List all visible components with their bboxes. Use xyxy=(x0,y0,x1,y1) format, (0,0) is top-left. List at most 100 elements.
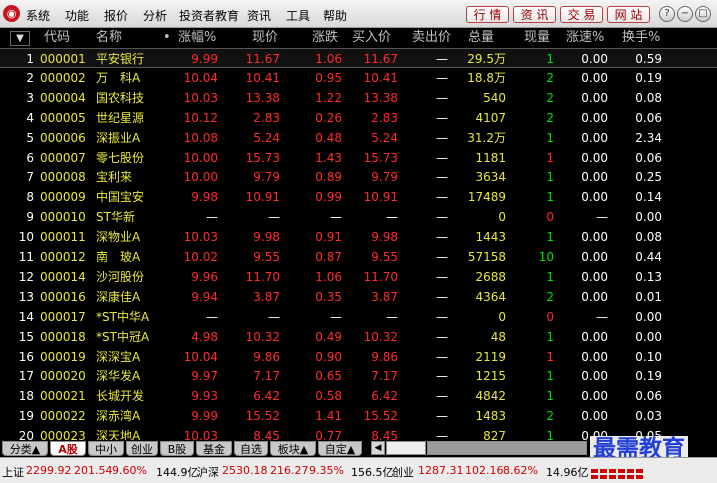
menu-help[interactable]: 帮助 xyxy=(323,7,347,24)
speed-percent: — xyxy=(596,309,608,324)
speed-percent: 0.00 xyxy=(581,150,608,165)
change: — xyxy=(330,309,342,324)
horizontal-scrollbar-thumb[interactable] xyxy=(386,441,426,455)
sh-index-amount: 144.9亿 xyxy=(156,466,199,479)
header-col-ask[interactable]: 卖出价 xyxy=(412,28,451,48)
news-button[interactable]: 资 讯 xyxy=(513,6,556,23)
table-row[interactable]: 18 000021 长城开发 9.93 6.42 0.58 6.42 — 4842 1 0.00 0.… xyxy=(0,386,717,406)
table-row[interactable]: 7 000008 宝利来 10.00 9.79 0.89 9.79—3634 1 0.00 0.2… xyxy=(0,167,717,187)
menu-function[interactable]: 功能 xyxy=(65,7,89,24)
header-col-name[interactable]: 名称 xyxy=(96,28,122,48)
current-volume: 2 xyxy=(546,110,554,125)
hs-index-change: 216.27 xyxy=(270,464,309,477)
tab-3[interactable]: 创业 xyxy=(126,441,158,456)
tab-8[interactable]: 自定▲ xyxy=(318,441,362,456)
maximize-icon[interactable]: □ xyxy=(695,6,711,22)
stock-code: 000005 xyxy=(40,110,86,125)
table-row[interactable]: 8 000009 中国宝安 9.98 10.91 0.99 10.91 — 17489 1 0.00… xyxy=(0,187,717,207)
table-row[interactable]: 12 000014 沙河股份 9.96 11.70 1.06 11.70 — 2688 1 0.00… xyxy=(0,267,717,287)
price: 10.91 xyxy=(245,190,280,205)
signal-bar xyxy=(600,469,607,473)
total-volume: 0 xyxy=(498,309,506,324)
price: 5.24 xyxy=(253,130,280,145)
stock-name: 深赤湾A xyxy=(96,409,141,424)
menu-analysis[interactable]: 分析 xyxy=(143,7,167,24)
table-row[interactable]: 16 000019 深深宝A 10.04 9.86 0.90 9.86 — 2119 1 0.00 0… xyxy=(0,347,717,367)
menu-tools[interactable]: 工具 xyxy=(286,7,310,24)
speed-percent: 0.00 xyxy=(581,170,608,185)
header-col-bid[interactable]: 买入价 xyxy=(352,28,391,48)
table-row[interactable]: 15 000018 *ST中冠A 4.98 10.32 0.49 10.32 — 48 1 0.00… xyxy=(0,327,717,347)
table-row[interactable]: 5 000006 深振业A 10.08 5.24 0.48 5.24 — 31.2万 1 0.00 2… xyxy=(0,128,717,148)
header-col-code[interactable]: 代码 xyxy=(44,28,70,48)
tab-2[interactable]: 中小 xyxy=(88,441,124,456)
header-col-volume[interactable]: 总量 xyxy=(468,28,494,48)
total-volume: 2119 xyxy=(475,349,506,364)
menu-investor-education[interactable]: 投资者教育 xyxy=(179,7,239,24)
current-volume: 1 xyxy=(546,190,554,205)
turnover-percent: 0.00 xyxy=(635,309,662,324)
signal-bar xyxy=(627,475,634,479)
header-col-change[interactable]: 涨跌 xyxy=(312,28,338,48)
table-row[interactable]: 13 000016 深康佳A 9.94 3.87 0.35 3.87 — 4364 2 0.00 0.… xyxy=(0,287,717,307)
header-col-price[interactable]: 现价 xyxy=(252,28,278,48)
cy-index-value: 1287.31 xyxy=(418,464,464,477)
menu-bar: ◉ 系统 功能 报价 分析 投资者教育 资讯 工具 帮助 行 情 资 讯 交 易… xyxy=(0,0,717,28)
tab-1[interactable]: A股 xyxy=(50,441,86,456)
total-volume: 4107 xyxy=(475,110,506,125)
header-col-turnover[interactable]: 换手% xyxy=(622,28,660,48)
row-index: 11 xyxy=(18,250,34,264)
ask-price: — xyxy=(436,329,448,344)
trade-button[interactable]: 交 易 xyxy=(560,6,603,23)
app-logo-icon[interactable]: ◉ xyxy=(3,5,20,22)
bid-price: 11.70 xyxy=(363,269,398,284)
turnover-percent: 0.06 xyxy=(635,389,662,404)
tab-7[interactable]: 板块▲ xyxy=(270,441,316,456)
menu-quote[interactable]: 报价 xyxy=(104,7,128,24)
change: 1.06 xyxy=(315,269,342,284)
ask-price: — xyxy=(436,409,448,424)
table-row[interactable]: 2 000002 万 科A 10.04 10.41 0.95 10.41 — 18.8万 2 0.0… xyxy=(0,68,717,88)
menu-system[interactable]: 系统 xyxy=(26,7,50,24)
header-col-marker[interactable]: • xyxy=(163,28,171,48)
header-col-speed[interactable]: 涨速% xyxy=(566,28,604,48)
horizontal-scrollbar-track[interactable] xyxy=(427,441,587,455)
stock-code: 000020 xyxy=(40,369,86,384)
tab-4[interactable]: B股 xyxy=(160,441,194,456)
table-row[interactable]: 6 000007 零七股份 10.00 15.73 1.43 15.73—1181 1 0.00… xyxy=(0,148,717,168)
menu-info[interactable]: 资讯 xyxy=(247,7,271,24)
row-index: 6 xyxy=(26,150,34,165)
sort-dropdown-icon[interactable]: ▼ xyxy=(10,31,30,46)
minimize-icon[interactable]: − xyxy=(677,6,693,22)
current-volume: 1 xyxy=(546,52,554,66)
quotes-button[interactable]: 行 情 xyxy=(466,6,509,23)
header-col-current-volume[interactable]: 现量 xyxy=(524,28,550,48)
total-volume: 31.2万 xyxy=(467,130,506,145)
table-row[interactable]: 4 000005 世纪星源 10.12 2.83 0.26 2.83 — 4107 2 0.00 0.… xyxy=(0,108,717,128)
bid-price: 15.52 xyxy=(363,409,398,424)
tab-0[interactable]: 分类▲ xyxy=(2,441,48,456)
table-row[interactable]: 1 000001 平安银行 9.99 11.67 1.06 11.67 — 29.5万 1 0.00… xyxy=(0,48,717,68)
stock-code: 000007 xyxy=(40,150,86,165)
tab-5[interactable]: 基金 xyxy=(196,441,232,456)
table-row[interactable]: 9 000010 ST华新 — — — — — 0 0 — 0.00 xyxy=(0,207,717,227)
help-icon[interactable]: ? xyxy=(659,6,675,22)
price: 11.67 xyxy=(245,52,280,66)
current-volume: 1 xyxy=(546,150,554,165)
website-button[interactable]: 网 站 xyxy=(607,6,650,23)
table-row[interactable]: 14 000017 *ST中华A — — — — — 0 0 — 0.00 xyxy=(0,307,717,327)
ask-price: — xyxy=(436,269,448,284)
header-col-change-pct[interactable]: 涨幅% xyxy=(178,28,216,48)
tab-6[interactable]: 自选 xyxy=(234,441,268,456)
table-row[interactable]: 19 000022 深赤湾A 9.99 15.52 1.41 15.52 — 1483 2 0.00… xyxy=(0,406,717,426)
turnover-percent: 0.10 xyxy=(635,349,662,364)
stock-name: 零七股份 xyxy=(96,150,145,165)
change-percent: — xyxy=(206,210,218,225)
bid-price: 10.91 xyxy=(363,190,398,205)
table-row[interactable]: 11 000012 南 玻A 10.02 9.55 0.87 9.55 — 57158 10 0.0… xyxy=(0,247,717,267)
table-row[interactable]: 10 000011 深物业A 10.03 9.98 0.91 9.98 — 1443 1 0.00 0… xyxy=(0,227,717,247)
change: 0.58 xyxy=(315,389,342,404)
scroll-left-icon[interactable]: ◀ xyxy=(371,441,385,455)
table-row[interactable]: 17 000020 深华发A 9.97 7.17 0.65 7.17 — 1215 1 0.00 0.… xyxy=(0,366,717,386)
table-row[interactable]: 3 000004 国农科技 10.03 13.38 1.22 13.38 — 540 2 0.00 0… xyxy=(0,88,717,108)
